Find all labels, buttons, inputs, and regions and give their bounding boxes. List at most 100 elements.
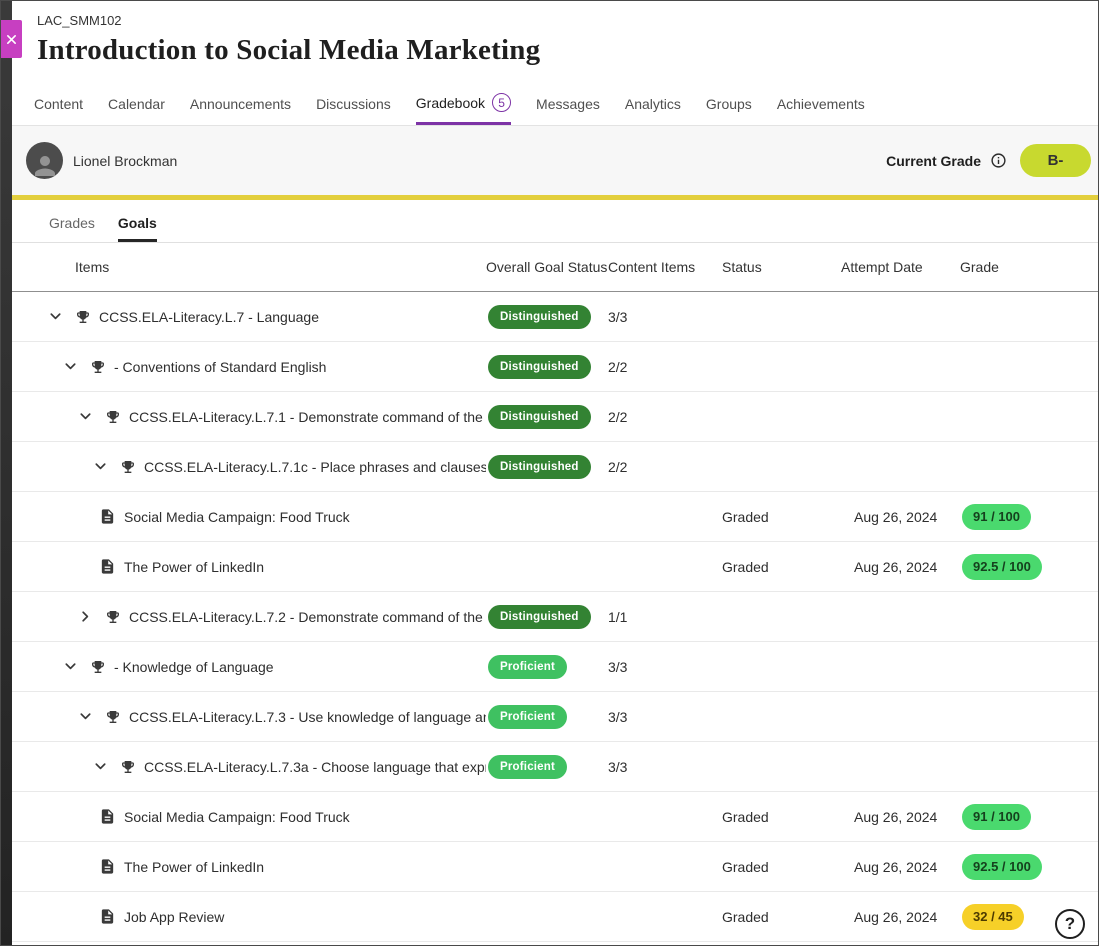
subtab-grades[interactable]: Grades — [49, 200, 95, 242]
overall-goal-status-cell: Distinguished — [486, 355, 608, 379]
tab-label: Messages — [536, 96, 600, 112]
tab-gradebook[interactable]: Gradebook 5 — [416, 83, 511, 125]
chevron-right-icon — [78, 609, 93, 624]
grade-pill[interactable]: 91 / 100 — [962, 804, 1031, 830]
goal-status-pill: Proficient — [488, 755, 567, 779]
tab-discussions[interactable]: Discussions — [316, 86, 391, 125]
overall-goal-status-cell: Distinguished — [486, 305, 608, 329]
tab-groups[interactable]: Groups — [706, 86, 752, 125]
content-items-count: 2/2 — [608, 409, 627, 425]
chevron-down-icon — [48, 309, 63, 324]
close-panel-button[interactable] — [1, 20, 22, 58]
collapse-row-button[interactable] — [76, 408, 94, 426]
attempt-date-cell: Aug 26, 2024 — [841, 559, 960, 575]
collapse-row-button[interactable] — [76, 708, 94, 726]
goal-label: CCSS.ELA-Literacy.L.7.2 - Demonstrate co… — [129, 609, 486, 625]
document-icon — [99, 558, 116, 575]
goal-status-pill: Proficient — [488, 705, 567, 729]
chevron-down-icon — [78, 709, 93, 724]
course-id: LAC_SMM102 — [37, 13, 1074, 28]
goal-status-pill: Proficient — [488, 655, 567, 679]
content-item-link[interactable]: Social Media Campaign: Food Truck — [124, 509, 350, 525]
overall-goal-status-cell: Proficient — [486, 755, 608, 779]
person-icon — [30, 151, 60, 179]
tab-label: Gradebook — [416, 95, 485, 111]
attempt-date: Aug 26, 2024 — [854, 509, 937, 525]
tab-announcements[interactable]: Announcements — [190, 86, 291, 125]
tab-messages[interactable]: Messages — [536, 86, 600, 125]
info-icon — [990, 152, 1007, 169]
course-header: LAC_SMM102 Introduction to Social Media … — [12, 1, 1098, 67]
grade-pill[interactable]: 32 / 45 — [962, 904, 1024, 930]
chevron-down-icon — [78, 409, 93, 424]
goal-label: - Conventions of Standard English — [114, 359, 326, 375]
grade-pill[interactable]: 91 / 100 — [962, 504, 1031, 530]
status-cell: Graded — [722, 559, 841, 575]
overall-goal-status-cell: Distinguished — [486, 405, 608, 429]
current-grade-info-button[interactable] — [990, 152, 1007, 169]
goal-row: CCSS.ELA-Literacy.L.7.2 - Demonstrate co… — [12, 592, 1098, 642]
chevron-down-icon — [63, 359, 78, 374]
expand-row-button[interactable] — [76, 608, 94, 626]
collapse-row-button[interactable] — [91, 458, 109, 476]
grade-cell: 91 / 100 — [960, 804, 1098, 830]
goal-label: CCSS.ELA-Literacy.L.7.3 - Use knowledge … — [129, 709, 486, 725]
row-name-cell: - Conventions of Standard English — [12, 358, 486, 376]
grade-pill[interactable]: 92.5 / 100 — [962, 554, 1042, 580]
student-bar: Lionel Brockman Current Grade B- — [12, 126, 1098, 195]
goal-row: CCSS.ELA-Literacy.L.7.3 - Use knowledge … — [12, 692, 1098, 742]
collapse-row-button[interactable] — [61, 658, 79, 676]
goal-status-pill: Distinguished — [488, 405, 591, 429]
tab-label: Discussions — [316, 96, 391, 112]
status-text: Graded — [722, 909, 769, 925]
content-item-row: The Power of LinkedIn Graded Aug 26, 20249… — [12, 542, 1098, 592]
row-name-cell: Social Media Campaign: Food Truck — [12, 508, 486, 525]
collapse-row-button[interactable] — [46, 308, 64, 326]
tab-label: Calendar — [108, 96, 165, 112]
content-items-count: 3/3 — [608, 309, 627, 325]
gradebook-count-badge: 5 — [492, 93, 511, 112]
goal-status-pill: Distinguished — [488, 305, 591, 329]
tab-achievements[interactable]: Achievements — [777, 86, 865, 125]
row-name-cell: CCSS.ELA-Literacy.L.7.3 - Use knowledge … — [12, 708, 486, 726]
column-header-grade: Grade — [960, 259, 1098, 275]
grade-pill[interactable]: 92.5 / 100 — [962, 854, 1042, 880]
collapse-row-button[interactable] — [61, 358, 79, 376]
subtab-goals[interactable]: Goals — [118, 200, 157, 242]
status-text: Graded — [722, 509, 769, 525]
overall-goal-status-cell: Distinguished — [486, 455, 608, 479]
content-item-link[interactable]: Job App Review — [124, 909, 224, 925]
goal-label: CCSS.ELA-Literacy.L.7.1c - Place phrases… — [144, 459, 486, 475]
content-item-link[interactable]: Social Media Campaign: Food Truck — [124, 809, 350, 825]
tab-analytics[interactable]: Analytics — [625, 86, 681, 125]
document-icon — [99, 858, 116, 875]
content-item-row: Social Media Campaign: Food Truck Graded A… — [12, 492, 1098, 542]
goals-table-body: CCSS.ELA-Literacy.L.7 - LanguageDistingu… — [12, 292, 1098, 942]
content-items-count-cell: 2/2 — [608, 359, 722, 375]
help-button[interactable]: ? — [1055, 909, 1085, 939]
content-item-row: The Power of LinkedInGradedAug 26, 20249… — [12, 842, 1098, 892]
content-items-count-cell: 3/3 — [608, 759, 722, 775]
attempt-date-cell: Aug 26, 2024 — [841, 909, 960, 925]
course-peek-panel: LAC_SMM102 Introduction to Social Media … — [12, 1, 1098, 945]
status-text: Graded — [722, 559, 769, 575]
content-item-link[interactable]: The Power of LinkedIn — [124, 559, 264, 575]
overall-grade-pill[interactable]: B- — [1020, 144, 1091, 177]
content-item-link[interactable]: The Power of LinkedIn — [124, 859, 264, 875]
goal-trophy-icon — [120, 459, 136, 475]
row-name-cell: Social Media Campaign: Food Truck — [12, 808, 486, 825]
collapse-row-button[interactable] — [91, 758, 109, 776]
course-nav-tabs: Content Calendar Announcements Discussions G… — [12, 83, 1098, 126]
course-title: Introduction to Social Media Marketing — [37, 34, 1074, 67]
row-name-cell: Job App Review — [12, 908, 486, 925]
status-text: Graded — [722, 809, 769, 825]
gradebook-subtabs: Grades Goals — [12, 200, 1098, 243]
row-name-cell: CCSS.ELA-Literacy.L.7.1c - Place phrases… — [12, 458, 486, 476]
goal-row: CCSS.ELA-Literacy.L.7.3a - Choose langua… — [12, 742, 1098, 792]
goal-status-pill: Distinguished — [488, 605, 591, 629]
column-header-attempt-date: Attempt Date — [841, 259, 960, 275]
tab-content[interactable]: Content — [34, 86, 83, 125]
goal-trophy-icon — [105, 709, 121, 725]
overall-goal-status-cell: Distinguished — [486, 605, 608, 629]
tab-calendar[interactable]: Calendar — [108, 86, 165, 125]
